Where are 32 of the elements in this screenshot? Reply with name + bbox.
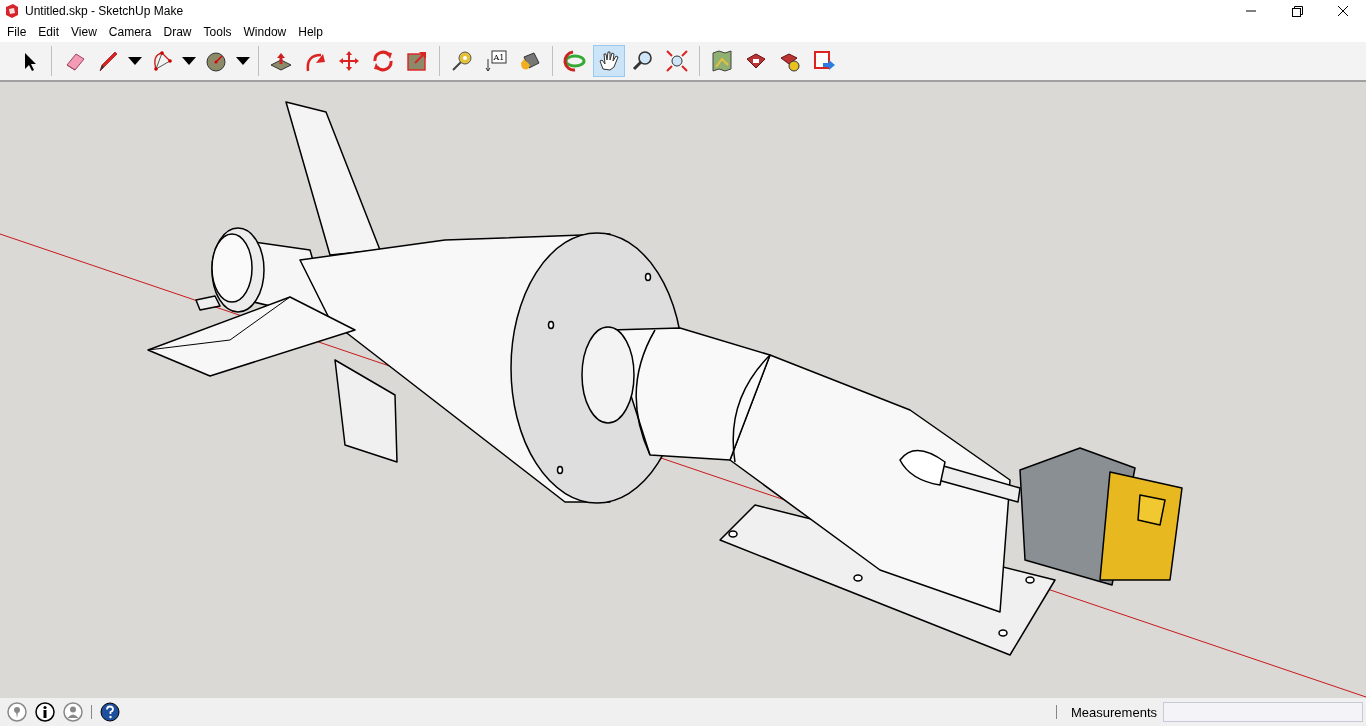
location-pin-icon[interactable] bbox=[7, 702, 27, 722]
map-icon bbox=[710, 49, 734, 73]
menu-item[interactable]: Edit bbox=[32, 22, 66, 42]
pan-tool-button[interactable] bbox=[593, 45, 625, 77]
caret-icon bbox=[182, 57, 196, 65]
orbit-icon bbox=[563, 49, 587, 73]
info-icon[interactable] bbox=[35, 702, 55, 722]
pan-icon bbox=[597, 49, 621, 73]
measurements-label: Measurements bbox=[1071, 704, 1157, 720]
zoom-icon bbox=[631, 49, 655, 73]
menu-item[interactable]: View bbox=[65, 22, 103, 42]
caret-icon bbox=[236, 57, 250, 65]
menu-item[interactable]: Tools bbox=[197, 22, 238, 42]
send-icon bbox=[812, 49, 836, 73]
measurements-field[interactable] bbox=[1163, 702, 1363, 722]
pencil-icon bbox=[96, 49, 120, 73]
help-icon[interactable] bbox=[100, 702, 120, 722]
rotate-icon bbox=[371, 49, 395, 73]
menu-item[interactable]: Help bbox=[292, 22, 329, 42]
circle-icon bbox=[204, 49, 228, 73]
window-title: Untitled.skp - SketchUp Make bbox=[25, 4, 185, 18]
app-logo-icon bbox=[5, 4, 19, 18]
user-icon[interactable] bbox=[63, 702, 83, 722]
menu-item[interactable]: Camera bbox=[102, 22, 158, 42]
menu-item[interactable]: Window bbox=[237, 22, 293, 42]
caret-icon bbox=[128, 57, 142, 65]
scale-icon bbox=[405, 49, 429, 73]
move-icon bbox=[337, 49, 361, 73]
menu-item[interactable]: File bbox=[1, 22, 33, 42]
menu-item[interactable]: Draw bbox=[157, 22, 198, 42]
tape-icon bbox=[450, 49, 474, 73]
zoomextents-icon bbox=[665, 49, 689, 73]
